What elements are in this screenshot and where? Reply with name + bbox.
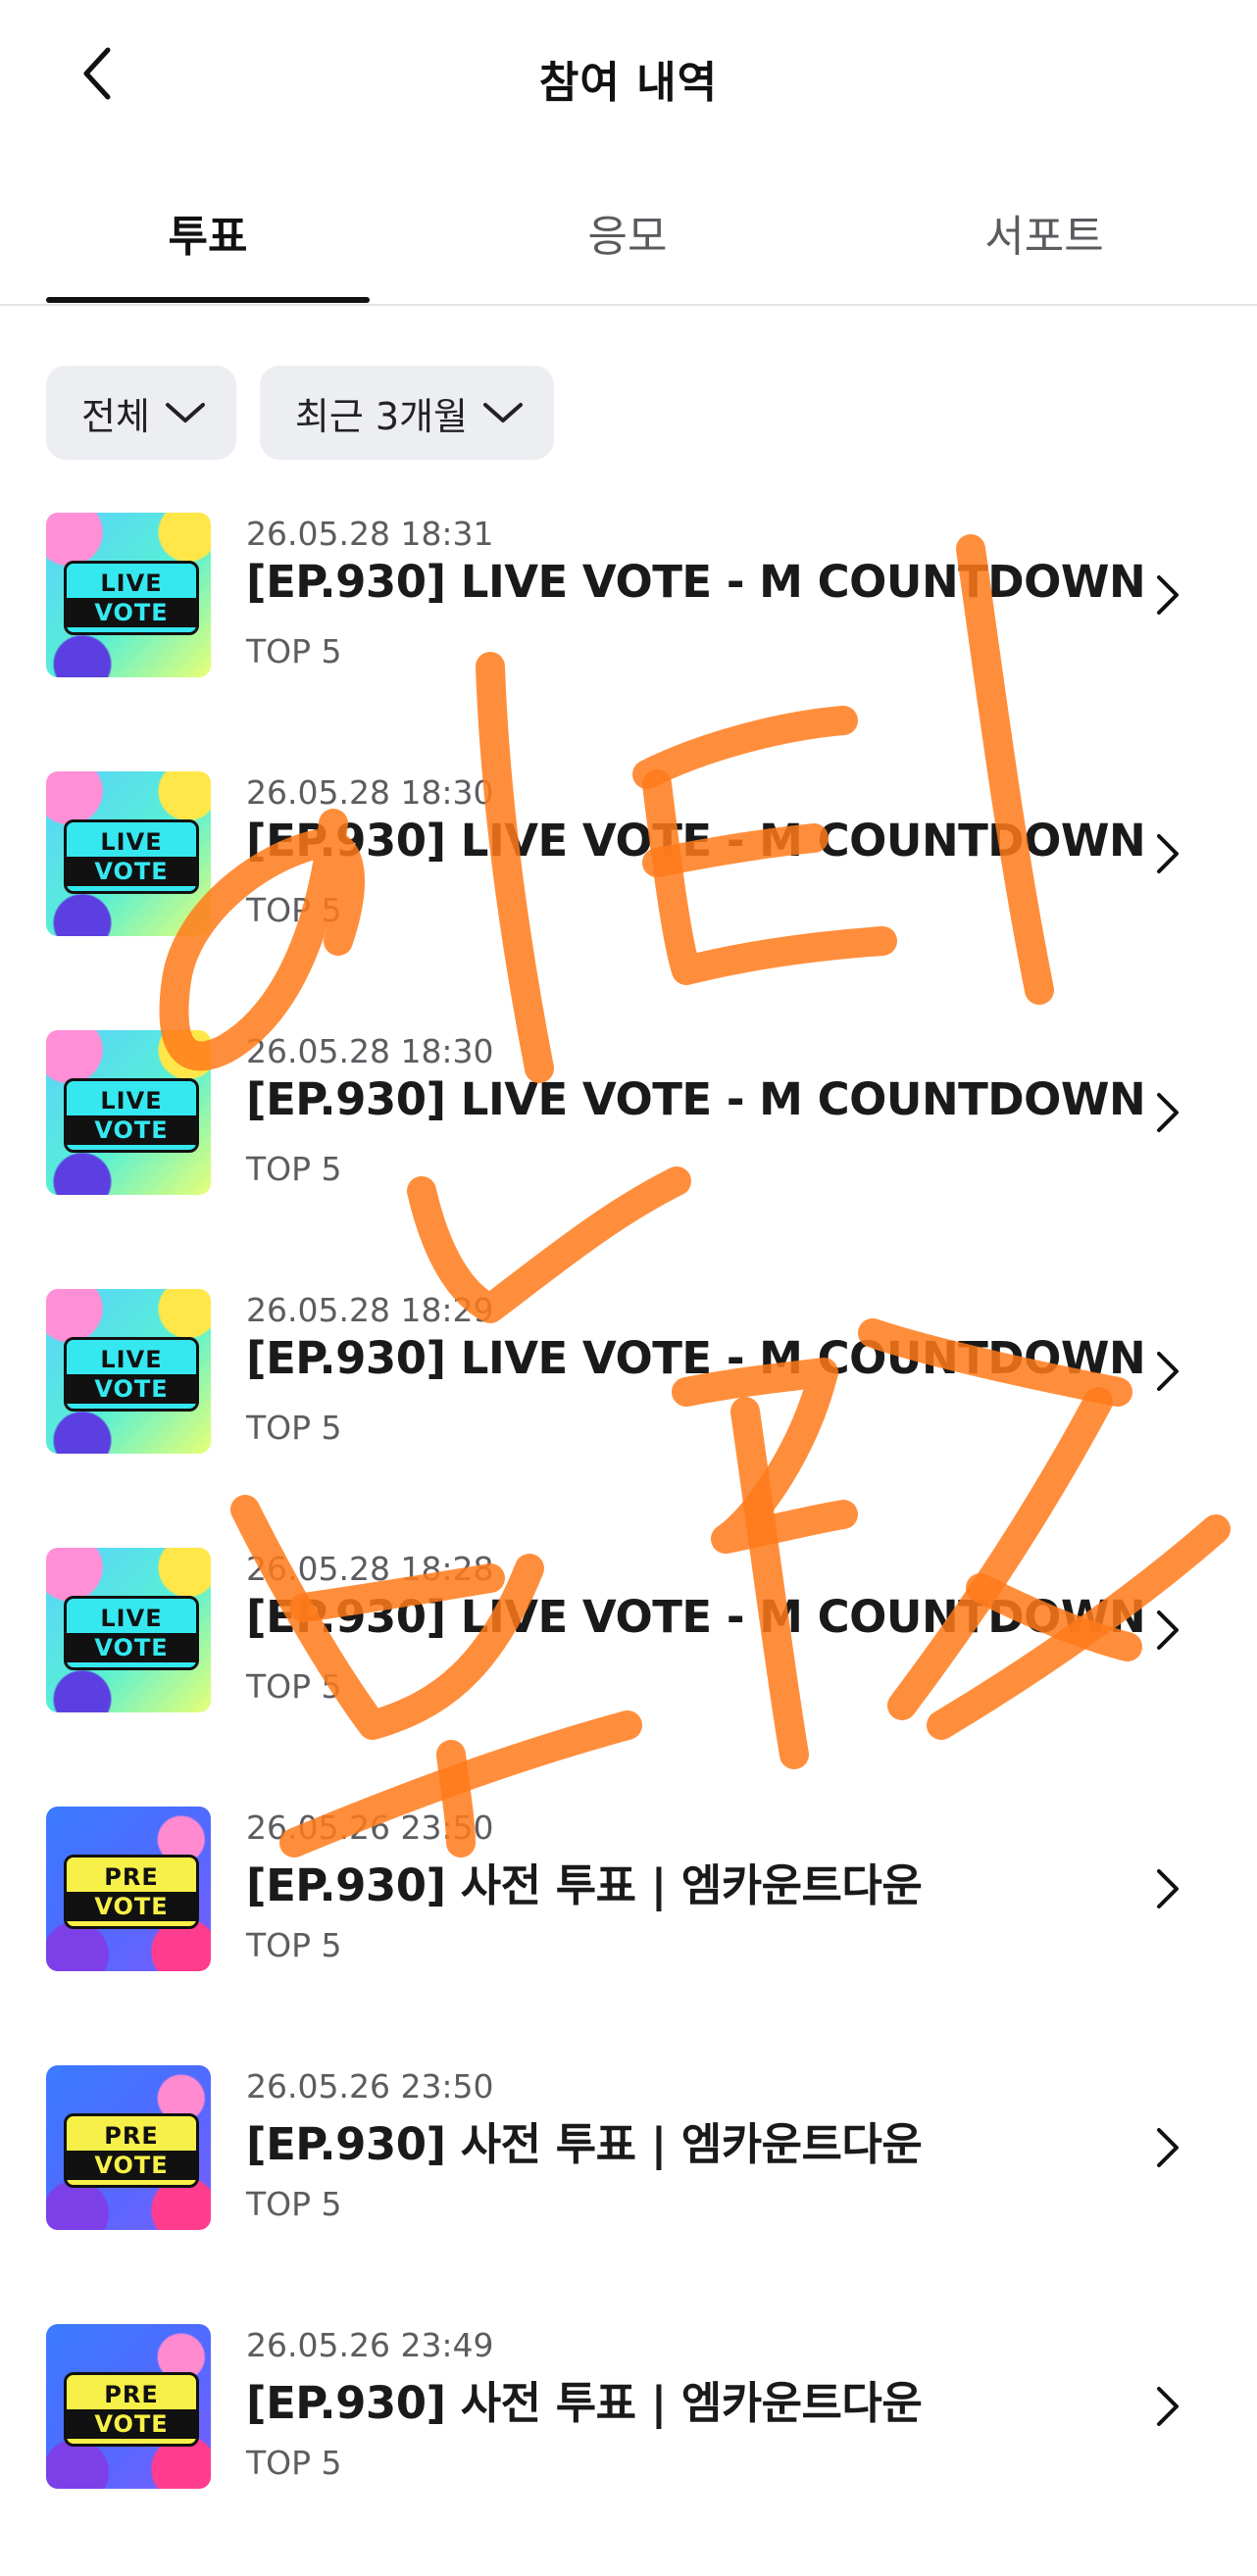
live-vote-badge: LIVE VOTE — [64, 561, 199, 635]
chevron-right-icon — [1157, 2128, 1179, 2167]
badge-line1: LIVE — [100, 1605, 163, 1632]
item-subtitle: TOP 5 — [246, 2185, 342, 2223]
item-title: [EP.930] 사전 투표 | 엠카운트다운 — [246, 2377, 923, 2429]
live-vote-badge: LIVE VOTE — [64, 1078, 199, 1153]
item-subtitle: TOP 5 — [246, 891, 342, 929]
chevron-right-icon — [1157, 1093, 1179, 1132]
item-date: 26.05.26 23:50 — [246, 2067, 494, 2105]
badge-line1: LIVE — [100, 1087, 163, 1115]
item-title: [EP.930] LIVE VOTE - M COUNTDOWN — [246, 815, 1146, 867]
list-item[interactable]: PRE VOTE 26.05.26 23:50 [EP.930] 사전 투표 |… — [0, 2048, 1257, 2254]
live-vote-badge: LIVE VOTE — [64, 819, 199, 894]
tab-support[interactable]: 서포트 — [882, 201, 1206, 279]
pre-vote-badge: PRE VOTE — [64, 2372, 199, 2447]
list-item[interactable]: PRE VOTE 26.05.26 23:49 [EP.930] 사전 투표 |… — [0, 2306, 1257, 2512]
category-filter-label: 전체 — [81, 394, 150, 438]
active-tab-indicator — [46, 297, 370, 303]
badge-line1: LIVE — [100, 1346, 163, 1373]
badge-line1: LIVE — [100, 828, 163, 856]
badge-line1: LIVE — [100, 570, 163, 597]
chevron-right-icon — [1157, 575, 1179, 615]
vote-thumbnail: PRE VOTE — [46, 1807, 211, 1971]
chevron-down-icon — [483, 403, 524, 422]
live-vote-badge: LIVE VOTE — [64, 1596, 199, 1670]
badge-line2: VOTE — [67, 857, 196, 886]
chevron-right-icon — [1157, 2387, 1179, 2426]
item-subtitle: TOP 5 — [246, 632, 342, 670]
category-filter-dropdown[interactable]: 전체 — [46, 366, 236, 460]
chevron-right-icon — [1157, 1869, 1179, 1908]
item-title: [EP.930] LIVE VOTE - M COUNTDOWN — [246, 1073, 1146, 1125]
period-filter-label: 최근 3개월 — [294, 394, 469, 438]
chevron-down-icon — [165, 403, 205, 422]
badge-line2: VOTE — [67, 1115, 196, 1145]
list-item[interactable]: LIVE VOTE 26.05.28 18:30 [EP.930] LIVE V… — [0, 1013, 1257, 1218]
chevron-right-icon — [1157, 1610, 1179, 1650]
badge-line2: VOTE — [67, 2409, 196, 2439]
page-title: 참여 내역 — [538, 58, 719, 108]
badge-line2: VOTE — [67, 598, 196, 627]
item-date: 26.05.28 18:31 — [246, 515, 494, 553]
pre-vote-badge: PRE VOTE — [64, 1855, 199, 1929]
app-header: 참여 내역 — [0, 0, 1257, 147]
item-subtitle: TOP 5 — [246, 2444, 342, 2482]
item-date: 26.05.26 23:49 — [246, 2326, 494, 2364]
vote-thumbnail: LIVE VOTE — [46, 1030, 211, 1195]
tab-apply[interactable]: 응모 — [466, 201, 789, 279]
list-item[interactable]: LIVE VOTE 26.05.28 18:28 [EP.930] LIVE V… — [0, 1530, 1257, 1736]
item-date: 26.05.28 18:28 — [246, 1550, 494, 1588]
vote-thumbnail: LIVE VOTE — [46, 1548, 211, 1712]
item-subtitle: TOP 5 — [246, 1150, 342, 1188]
item-date: 26.05.28 18:29 — [246, 1291, 494, 1329]
list-item[interactable]: LIVE VOTE 26.05.28 18:30 [EP.930] LIVE V… — [0, 754, 1257, 960]
tab-bar: 투표 응모 서포트 — [0, 167, 1257, 306]
badge-line2: VOTE — [67, 1892, 196, 1921]
vote-thumbnail: LIVE VOTE — [46, 771, 211, 936]
item-title: [EP.930] LIVE VOTE - M COUNTDOWN — [246, 1332, 1146, 1384]
period-filter-dropdown[interactable]: 최근 3개월 — [259, 366, 555, 460]
item-date: 26.05.28 18:30 — [246, 773, 494, 812]
item-title: [EP.930] 사전 투표 | 엠카운트다운 — [246, 1859, 923, 1911]
vote-thumbnail: LIVE VOTE — [46, 513, 211, 677]
filter-bar: 전체 최근 3개월 — [46, 366, 555, 460]
list-item[interactable]: LIVE VOTE 26.05.28 18:31 [EP.930] LIVE V… — [0, 495, 1257, 701]
tab-vote[interactable]: 투표 — [46, 201, 370, 279]
list-item[interactable]: PRE VOTE 26.05.26 23:50 [EP.930] 사전 투표 |… — [0, 1789, 1257, 1995]
badge-line2: VOTE — [67, 2151, 196, 2180]
chevron-right-icon — [1157, 834, 1179, 873]
item-title: [EP.930] LIVE VOTE - M COUNTDOWN — [246, 1591, 1146, 1643]
item-date: 26.05.26 23:50 — [246, 1808, 494, 1847]
vote-thumbnail: PRE VOTE — [46, 2324, 211, 2489]
vote-thumbnail: PRE VOTE — [46, 2065, 211, 2230]
pre-vote-badge: PRE VOTE — [64, 2113, 199, 2188]
badge-line2: VOTE — [67, 1633, 196, 1662]
item-subtitle: TOP 5 — [246, 1926, 342, 1964]
list-item[interactable]: LIVE VOTE 26.05.28 18:29 [EP.930] LIVE V… — [0, 1271, 1257, 1477]
item-title: [EP.930] LIVE VOTE - M COUNTDOWN — [246, 556, 1146, 608]
item-date: 26.05.28 18:30 — [246, 1032, 494, 1070]
vote-thumbnail: LIVE VOTE — [46, 1289, 211, 1454]
item-title: [EP.930] 사전 투표 | 엠카운트다운 — [246, 2118, 923, 2170]
item-subtitle: TOP 5 — [246, 1409, 342, 1447]
badge-line1: PRE — [104, 2122, 159, 2150]
live-vote-badge: LIVE VOTE — [64, 1337, 199, 1412]
chevron-right-icon — [1157, 1352, 1179, 1391]
badge-line1: PRE — [104, 2381, 159, 2408]
badge-line1: PRE — [104, 1863, 159, 1891]
item-subtitle: TOP 5 — [246, 1667, 342, 1706]
badge-line2: VOTE — [67, 1374, 196, 1404]
